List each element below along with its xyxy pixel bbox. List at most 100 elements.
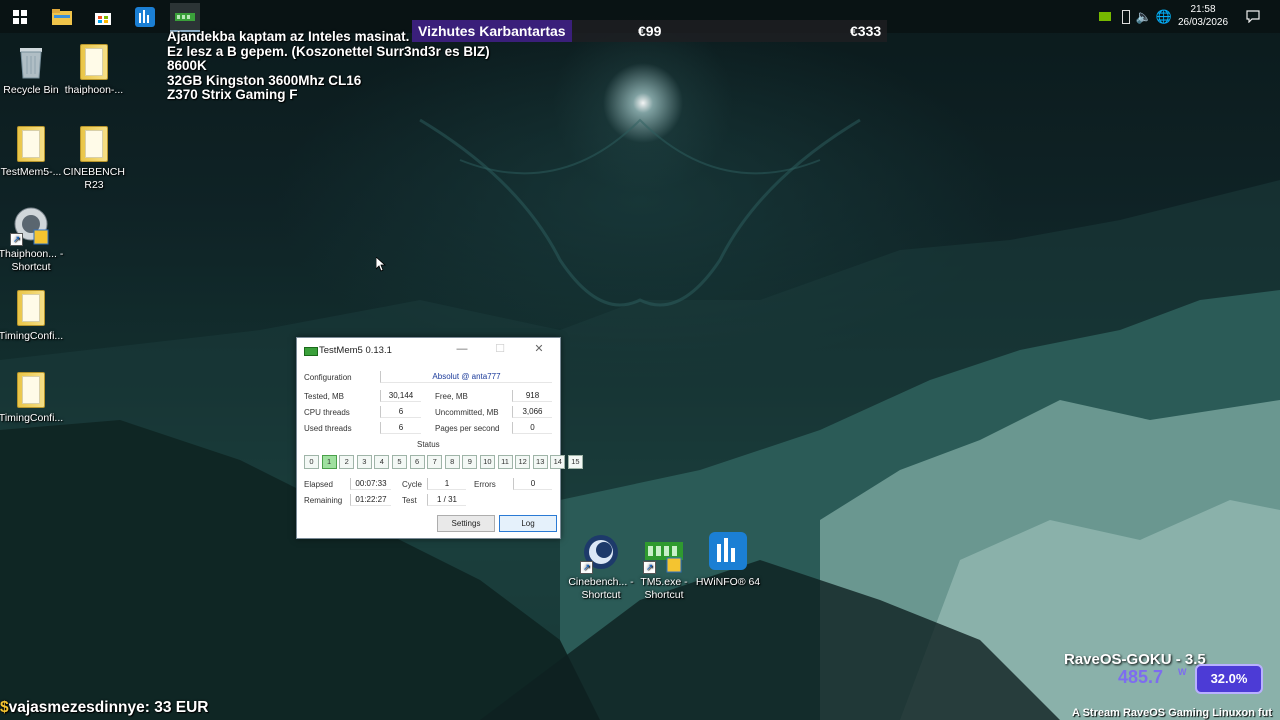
desktop-wallpaper — [0, 118, 1280, 720]
folder-icon — [80, 126, 108, 162]
coin-icon: $ — [0, 699, 9, 716]
recycle-bin-icon — [20, 48, 42, 79]
configuration-label: Configuration — [304, 373, 352, 382]
cinebench-r23-folder-desktop-icon[interactable]: CINEBENCH R23 — [61, 122, 127, 192]
remaining-label: Remaining — [304, 496, 343, 505]
mouse-cursor-icon — [376, 257, 386, 272]
windows-start-icon[interactable] — [5, 3, 35, 30]
status-cell: 4 — [374, 455, 390, 469]
tested-mb-label: Tested, MB — [304, 392, 345, 401]
desktop-icon-label: HWiNFO® 64 — [695, 576, 761, 588]
note-line: 32GB Kingston 3600Mhz CL16 — [167, 72, 362, 88]
pages-per-second-label: Pages per second — [435, 424, 500, 433]
test-value: 1 / 31 — [427, 494, 466, 506]
desktop-icon-label: CINEBENCH R23 — [63, 166, 125, 191]
tm5-shortcut-desktop-icon[interactable]: ↗ TM5.exe - Shortcut — [631, 532, 697, 602]
shortcut-arrow-icon: ↗ — [580, 561, 593, 574]
desktop-icon-label: Thaiphoon... - Shortcut — [0, 248, 64, 273]
hwinfo-taskbar-icon[interactable] — [130, 3, 160, 30]
status-cell: 9 — [462, 455, 478, 469]
minimize-icon[interactable]: — — [452, 342, 472, 357]
donation-alert: $vajasmezesdinnye: 33 EUR — [0, 699, 209, 717]
desktop-icon-label: TimingConfi... — [0, 412, 64, 424]
donation-text: vajasmezesdinnye: 33 EUR — [8, 699, 209, 716]
timingconfig-folder-2-desktop-icon[interactable]: TimingConfi... — [0, 368, 64, 425]
elapsed-value: 00:07:33 — [350, 478, 391, 490]
maximize-icon[interactable]: ☐ — [490, 342, 510, 357]
raveos-overlay: RaveOS-GOKU - 3.5 485.7 W 32.0% — [1064, 651, 1264, 694]
status-cell: 5 — [391, 455, 407, 469]
window-title: TestMem5 0.13.1 — [319, 345, 392, 356]
note-line: Ez lesz a B gepem. (Koszonettel Surr3nd3… — [167, 43, 490, 59]
desktop-icon-label: Recycle Bin — [3, 84, 59, 96]
pages-per-second-value: 0 — [512, 422, 552, 434]
usage-percent-badge: 32.0% — [1195, 664, 1263, 694]
cycle-value: 1 — [427, 478, 466, 490]
notification-icon[interactable] — [1244, 0, 1262, 33]
free-mb-label: Free, MB — [435, 392, 468, 401]
note-line: 8600K — [167, 58, 207, 73]
status-cell: 15 — [567, 455, 583, 469]
used-threads-label: Used threads — [304, 424, 352, 433]
status-cell: 14 — [550, 455, 566, 469]
status-cell: 13 — [532, 455, 548, 469]
zip-folder-icon — [17, 290, 45, 326]
desktop-icon-label: thaiphoon-... — [64, 84, 124, 96]
recycle-bin-desktop-icon[interactable]: Recycle Bin — [0, 40, 64, 97]
note-line: Ajandekba kaptam az Inteles masinat. — [167, 29, 410, 44]
thaiphoon-folder-desktop-icon[interactable]: thaiphoon-... — [61, 40, 127, 97]
cpu-threads-value: 6 — [380, 406, 421, 418]
note-line: Z370 Strix Gaming F — [167, 87, 298, 102]
network-globe-icon[interactable]: 🌐 — [1156, 0, 1172, 33]
goal-target-amount: €333 — [850, 23, 882, 39]
hwinfo-desktop-icon[interactable]: HWiNFO® 64 — [695, 532, 761, 589]
testmem5-folder-desktop-icon[interactable]: TestMem5-... — [0, 122, 64, 179]
test-label: Test — [402, 496, 417, 505]
status-cell: 10 — [479, 455, 495, 469]
configuration-value[interactable]: Absolut @ anta777 — [380, 371, 552, 383]
nvidia-tray-icon[interactable] — [1097, 0, 1113, 33]
cinebench-shortcut-desktop-icon[interactable]: ↗ Cinebench... - Shortcut — [568, 532, 634, 602]
errors-value: 0 — [513, 478, 552, 490]
status-cell: 12 — [515, 455, 531, 469]
folder-icon — [80, 44, 108, 80]
clock-time: 21:58 — [1190, 4, 1216, 15]
hwinfo-app-icon — [709, 532, 747, 570]
status-cell: 7 — [427, 455, 443, 469]
usb-drive-icon[interactable] — [1118, 0, 1134, 33]
microsoft-store-icon[interactable] — [88, 3, 118, 30]
remaining-value: 01:22:27 — [350, 494, 391, 506]
clock-date: 26/03/2026 — [1177, 17, 1229, 28]
status-cell: 11 — [497, 455, 513, 469]
footer-ticker: A Stream RaveOS Gaming Linuxon fut — [1072, 707, 1273, 719]
uncommitted-mb-label: Uncommitted, MB — [435, 408, 499, 417]
free-mb-value: 918 — [512, 390, 552, 402]
desktop-icon-label: Cinebench... - Shortcut — [568, 576, 634, 601]
timingconfig-folder-desktop-icon[interactable]: TimingConfi... — [0, 286, 64, 343]
status-cell: 2 — [339, 455, 355, 469]
folder-icon — [17, 126, 45, 162]
status-cell: 6 — [409, 455, 425, 469]
thaiphoon-shortcut-desktop-icon[interactable]: ↗ Thaiphoon... - Shortcut — [0, 204, 64, 274]
testmem5-window: TestMem5 0.13.1 — ☐ ✕ Configuration Abso… — [296, 337, 583, 539]
desktop-icon-label: TimingConfi... — [0, 330, 64, 342]
shortcut-arrow-icon: ↗ — [10, 233, 23, 246]
errors-label: Errors — [474, 480, 496, 489]
desktop-icon-label: TestMem5-... — [0, 166, 62, 178]
file-explorer-icon[interactable] — [47, 3, 77, 30]
taskbar-clock[interactable]: 21:58 26/03/2026 — [1172, 3, 1234, 29]
log-button[interactable]: Log — [499, 515, 557, 532]
power-value: 485.7 — [1118, 667, 1164, 687]
volume-icon[interactable]: 🔈 — [1136, 0, 1152, 33]
testmem5-taskbar-icon[interactable] — [170, 3, 200, 32]
uncommitted-mb-value: 3,066 — [512, 406, 552, 418]
close-icon[interactable]: ✕ — [529, 342, 549, 357]
elapsed-label: Elapsed — [304, 480, 333, 489]
stream-note: Ajandekba kaptam az Inteles masinat. Ez … — [167, 29, 490, 103]
cycle-label: Cycle — [402, 480, 423, 489]
status-cell: 0 — [304, 455, 319, 469]
status-cell: 3 — [356, 455, 372, 469]
shortcut-arrow-icon: ↗ — [643, 561, 656, 574]
window-titlebar[interactable]: TestMem5 0.13.1 — ☐ ✕ — [297, 338, 560, 363]
settings-button[interactable]: Settings — [437, 515, 495, 532]
